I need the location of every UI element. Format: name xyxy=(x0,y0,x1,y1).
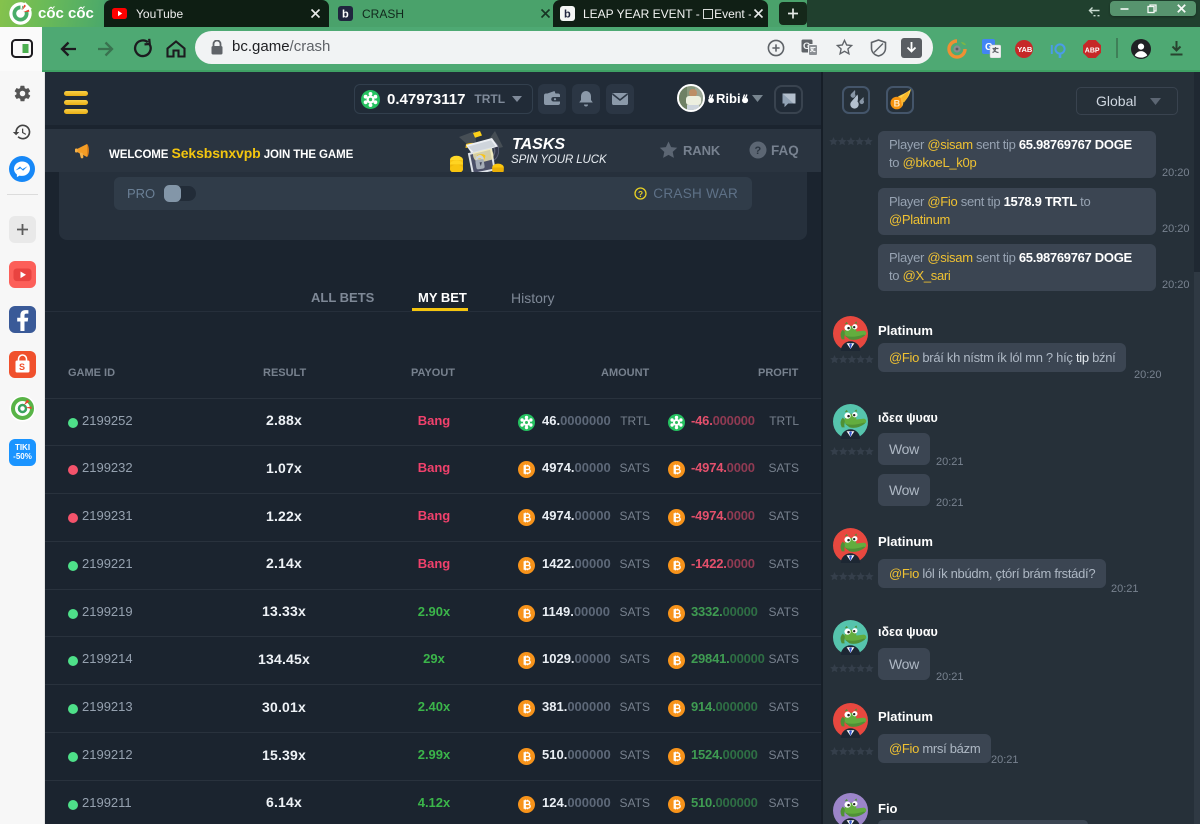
svg-text:?: ? xyxy=(755,145,762,157)
svg-text:S: S xyxy=(19,362,25,372)
svg-text:b: b xyxy=(564,9,571,21)
svg-text:B: B xyxy=(894,98,901,108)
svg-text:b: b xyxy=(342,9,349,21)
svg-text:?: ? xyxy=(638,189,643,199)
svg-text:ABP: ABP xyxy=(1085,48,1100,55)
svg-text:I: I xyxy=(1050,42,1054,57)
svg-text:YAB: YAB xyxy=(1017,45,1033,54)
